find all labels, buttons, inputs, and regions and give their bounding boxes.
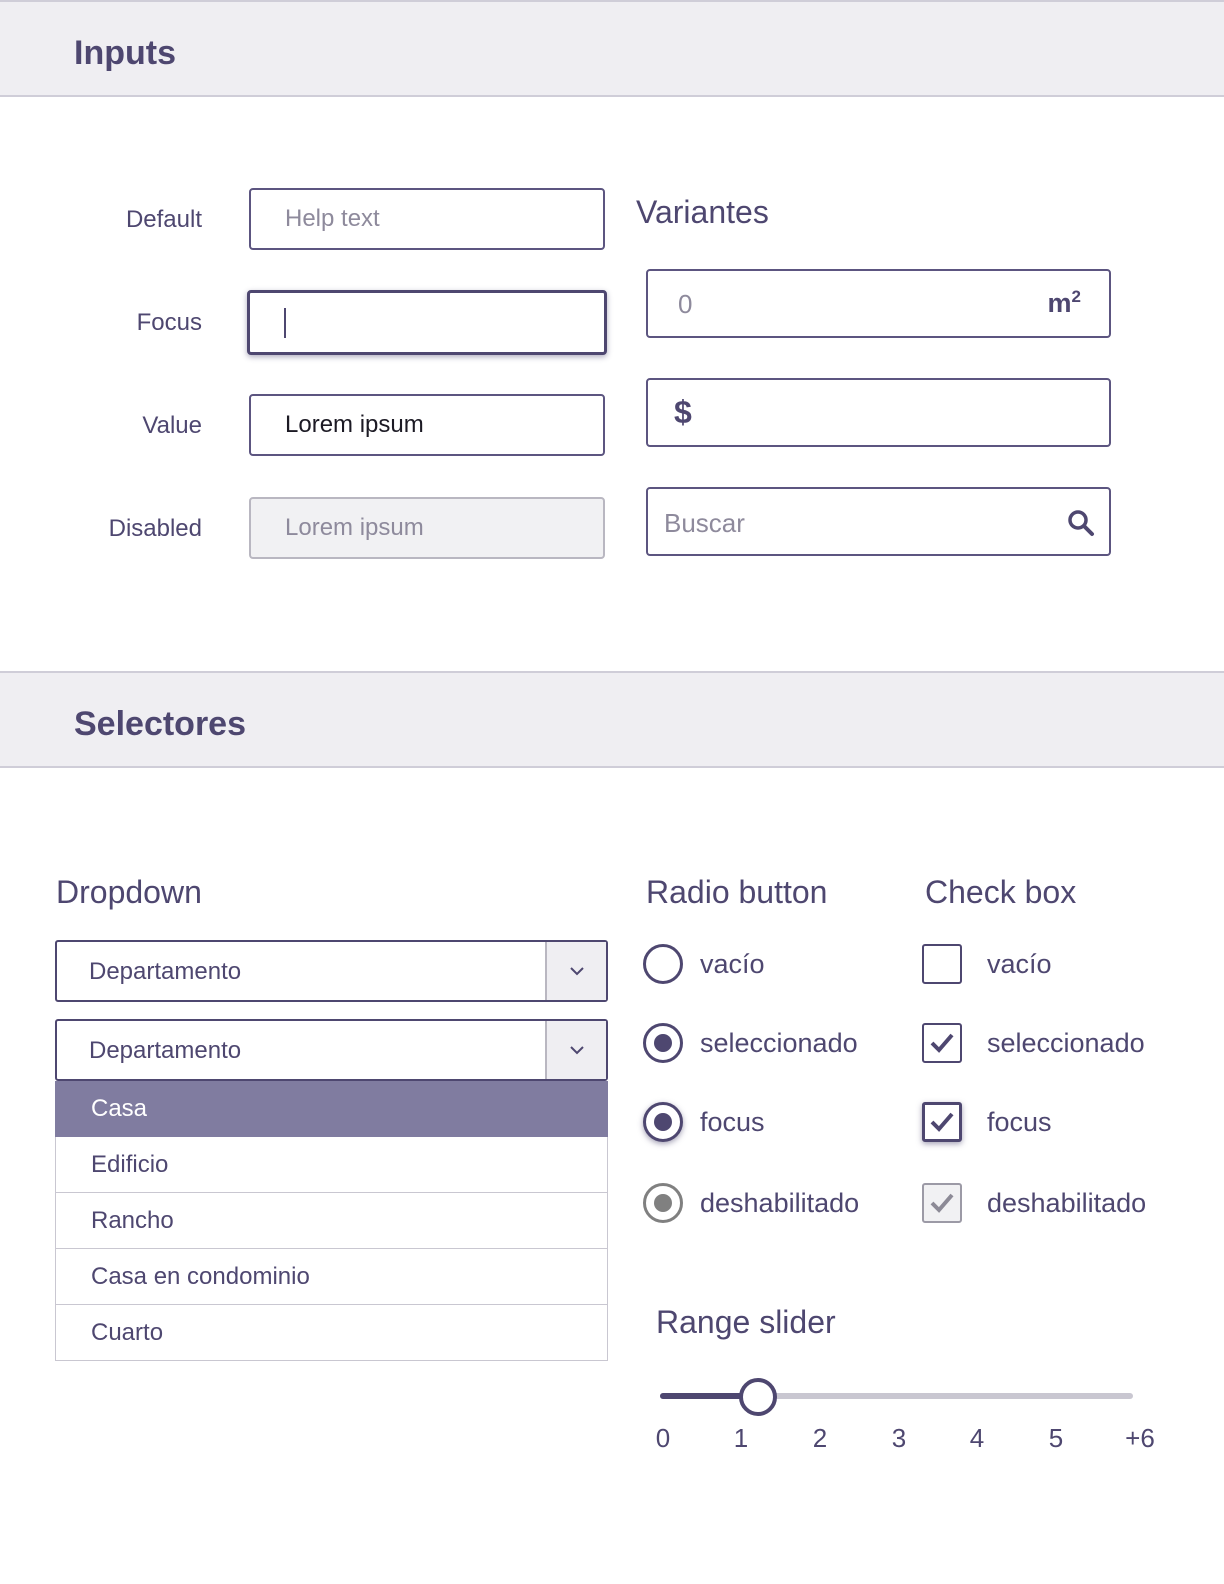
inputs-section-title: Inputs xyxy=(74,34,176,72)
checkmark-icon xyxy=(930,1193,954,1213)
radio-selected-control[interactable] xyxy=(643,1023,683,1063)
checkbox-empty[interactable]: vacío xyxy=(922,944,1052,984)
range-tick-0: 0 xyxy=(655,1423,671,1453)
default-input[interactable]: Help text xyxy=(249,188,605,250)
radio-selected-label: seleccionado xyxy=(700,1027,858,1058)
area-unit-exponent: 2 xyxy=(1071,287,1081,306)
radio-disabled: deshabilitado xyxy=(643,1183,859,1223)
dropdown-open[interactable]: Departamento xyxy=(55,1019,608,1081)
range-tick-3: 3 xyxy=(891,1423,907,1453)
checkbox-disabled-label: deshabilitado xyxy=(987,1187,1147,1218)
checkbox-disabled-control xyxy=(922,1183,962,1223)
chevron-down-icon xyxy=(569,967,584,976)
range-slider-thumb[interactable] xyxy=(738,1378,777,1416)
disabled-input-text: Lorem ipsum xyxy=(285,514,424,541)
checkbox-selected-control[interactable] xyxy=(922,1023,962,1063)
checkbox-selected-label: seleccionado xyxy=(987,1027,1145,1058)
disabled-label: Disabled xyxy=(108,515,202,542)
dropdown-option-edificio[interactable]: Edificio xyxy=(55,1137,608,1193)
dropdown-option-casa-en-condominio[interactable]: Casa en condominio xyxy=(55,1249,608,1305)
inputs-section-header: Inputs xyxy=(0,0,1224,97)
range-tick-6: +6 xyxy=(1125,1423,1155,1453)
dropdown-closed[interactable]: Departamento xyxy=(55,940,608,1002)
text-caret xyxy=(284,307,286,338)
dropdown-option-cuarto[interactable]: Cuarto xyxy=(55,1305,608,1361)
radio-focus-label: focus xyxy=(700,1106,765,1137)
radio-empty-label: vacío xyxy=(700,948,765,979)
dropdown-options-list: Casa Edificio Rancho Casa en condominio … xyxy=(55,1081,608,1361)
selectors-section-header: Selectores xyxy=(0,671,1224,768)
area-input[interactable]: 0 m2 xyxy=(646,269,1111,338)
focus-input[interactable] xyxy=(247,290,607,355)
focus-label: Focus xyxy=(136,309,202,336)
area-input-value: 0 xyxy=(678,289,693,319)
area-unit-label: m2 xyxy=(1048,287,1081,319)
checkbox-title: Check box xyxy=(925,874,1077,910)
dropdown-toggle-button[interactable] xyxy=(545,942,606,1000)
dropdown-option-rancho[interactable]: Rancho xyxy=(55,1193,608,1249)
radio-focus[interactable]: focus xyxy=(643,1102,765,1142)
checkbox-selected[interactable]: seleccionado xyxy=(922,1023,1145,1063)
range-tick-2: 2 xyxy=(812,1423,828,1453)
chevron-down-icon xyxy=(569,1046,584,1055)
checkbox-disabled: deshabilitado xyxy=(922,1183,1146,1223)
radio-dot xyxy=(654,1113,672,1131)
checkbox-focus-control[interactable] xyxy=(922,1102,962,1142)
radio-empty[interactable]: vacío xyxy=(643,944,765,984)
value-label: Value xyxy=(142,412,202,439)
checkbox-empty-label: vacío xyxy=(987,948,1052,979)
dropdown-open-toggle-button[interactable] xyxy=(545,1021,606,1079)
radio-title: Radio button xyxy=(646,874,828,910)
checkbox-focus[interactable]: focus xyxy=(922,1102,1052,1142)
radio-selected[interactable]: seleccionado xyxy=(643,1023,858,1063)
checkbox-focus-label: focus xyxy=(987,1106,1052,1137)
radio-dot xyxy=(654,1194,672,1212)
range-slider-title: Range slider xyxy=(656,1304,836,1340)
radio-disabled-label: deshabilitado xyxy=(700,1187,860,1218)
default-input-placeholder: Help text xyxy=(285,205,380,232)
dropdown-option-casa[interactable]: Casa xyxy=(55,1081,608,1137)
selectors-section-title: Selectores xyxy=(74,705,246,743)
search-placeholder: Buscar xyxy=(664,508,745,538)
radio-focus-control[interactable] xyxy=(643,1102,683,1142)
radio-disabled-control xyxy=(643,1183,683,1223)
area-unit: m xyxy=(1047,288,1072,318)
currency-input[interactable]: $ xyxy=(646,378,1111,447)
radio-empty-control[interactable] xyxy=(643,944,683,984)
checkmark-icon xyxy=(930,1112,954,1132)
value-input[interactable]: Lorem ipsum xyxy=(249,394,605,456)
range-tick-5: 5 xyxy=(1048,1423,1064,1453)
disabled-input: Lorem ipsum xyxy=(249,497,605,559)
search-input[interactable]: Buscar xyxy=(646,487,1111,556)
dropdown-open-value: Departamento xyxy=(89,1037,242,1064)
radio-dot xyxy=(654,1034,672,1052)
checkbox-empty-control[interactable] xyxy=(922,944,962,984)
dropdown-title: Dropdown xyxy=(56,874,202,910)
range-tick-4: 4 xyxy=(969,1423,985,1453)
checkmark-icon xyxy=(930,1033,954,1053)
currency-symbol: $ xyxy=(674,394,692,430)
variants-title: Variantes xyxy=(636,194,769,230)
value-input-text: Lorem ipsum xyxy=(285,411,424,438)
default-label: Default xyxy=(125,206,202,233)
search-icon[interactable] xyxy=(1067,509,1095,537)
range-tick-1: 1 xyxy=(733,1423,749,1453)
dropdown-closed-value: Departamento xyxy=(89,958,242,985)
